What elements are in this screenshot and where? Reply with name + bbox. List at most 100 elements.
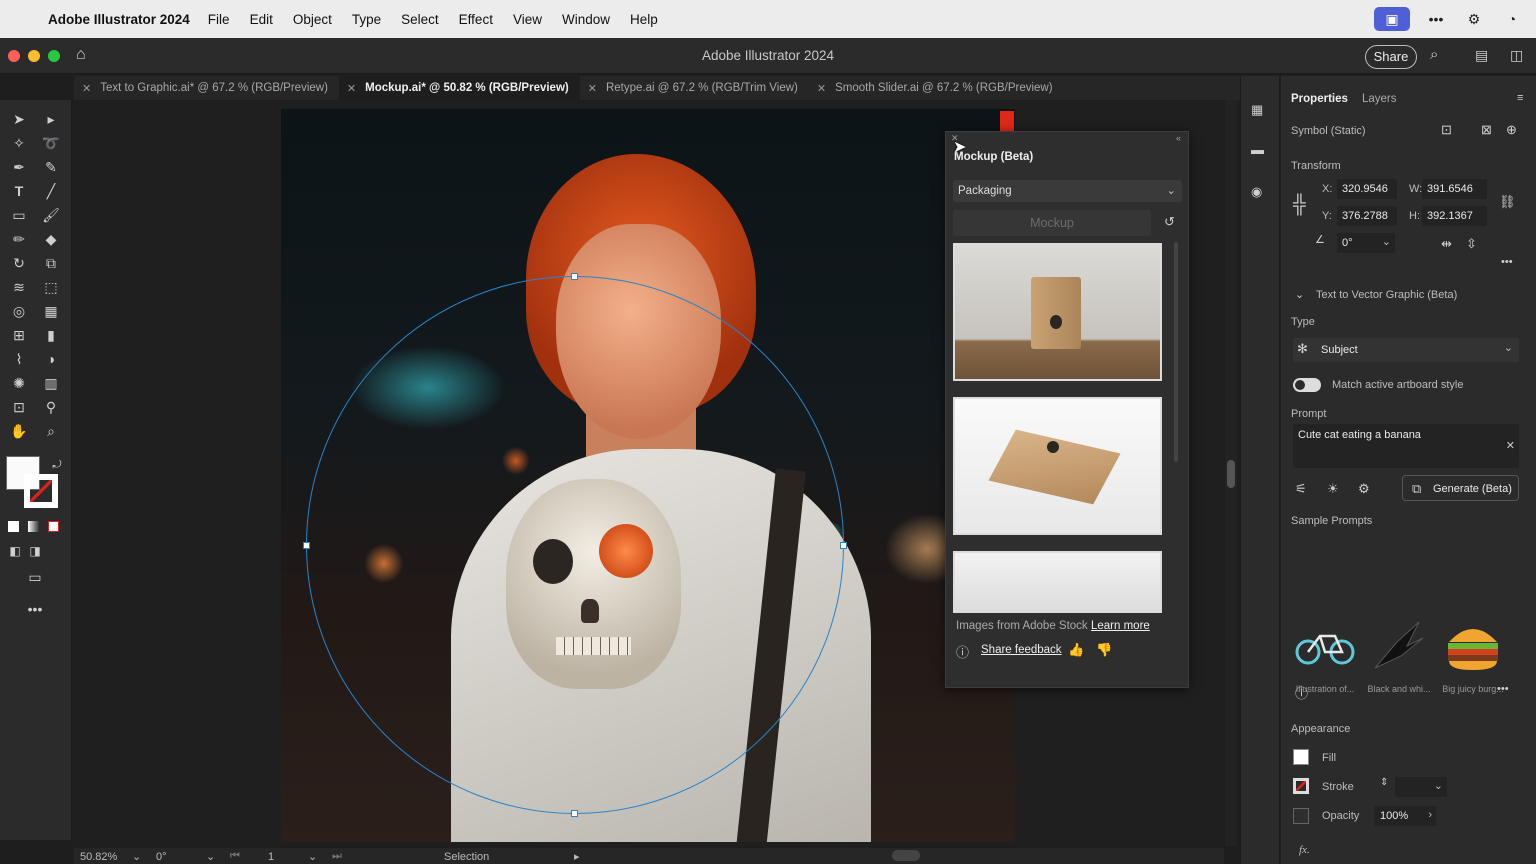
appearance-panel-icon[interactable]: ▬	[1251, 142, 1264, 157]
first-artboard-icon[interactable]: ⏮	[230, 850, 240, 863]
panel-toggle-icon[interactable]: ◫	[1510, 47, 1523, 64]
menu-window[interactable]: Window	[562, 12, 610, 27]
info-icon[interactable]: ⓘ	[1295, 683, 1308, 702]
sample-bicycle[interactable]	[1293, 616, 1357, 674]
menu-view[interactable]: View	[513, 12, 542, 27]
draw-mode-icon[interactable]: ◧	[4, 540, 26, 562]
break-link-icon[interactable]: ⊠	[1481, 122, 1492, 138]
screen-share-icon[interactable]: ▣	[1374, 7, 1410, 31]
horizontal-scroll-thumb[interactable]	[892, 850, 920, 861]
warp-tool-icon[interactable]: ≋	[8, 276, 30, 298]
perspective-grid-tool-icon[interactable]: ▦	[40, 300, 62, 322]
more-icon[interactable]: •••	[1424, 7, 1448, 31]
more-tools-icon[interactable]: •••	[24, 598, 46, 620]
screen-mode-icon[interactable]: ▭	[24, 566, 46, 588]
magic-wand-tool-icon[interactable]: ✧	[8, 132, 30, 154]
constrain-proportions-icon[interactable]: ⛓	[1499, 194, 1516, 210]
selection-handle[interactable]	[303, 542, 310, 549]
clock-icon[interactable]: ◔	[1500, 7, 1524, 31]
blend-tool-icon[interactable]: ◑	[40, 348, 62, 370]
x-field[interactable]: 320.9546	[1337, 179, 1397, 199]
effects-icon[interactable]: ☀	[1327, 481, 1339, 497]
swap-colors-icon[interactable]: ⤾	[46, 454, 68, 476]
menu-object[interactable]: Object	[293, 12, 332, 27]
chevron-down-icon[interactable]: ⌄	[308, 850, 317, 863]
rectangle-tool-icon[interactable]: ▭	[8, 204, 30, 226]
opacity-field[interactable]: 100% ›	[1374, 806, 1436, 826]
thumbs-up-icon[interactable]: 👍	[1068, 642, 1084, 658]
close-icon[interactable]: ✕	[817, 82, 826, 95]
type-tool-icon[interactable]: T	[8, 180, 30, 202]
stroke-color-swatch[interactable]	[24, 474, 58, 508]
scroll-thumb[interactable]	[1227, 460, 1235, 488]
mockup-category-dropdown[interactable]: Packaging ⌄	[953, 180, 1182, 202]
tab-layers[interactable]: Layers	[1362, 93, 1397, 105]
pen-tool-icon[interactable]: ✒	[8, 156, 30, 178]
reference-point-icon[interactable]: ╬	[1293, 194, 1306, 215]
selection-handle[interactable]	[571, 273, 578, 280]
zoom-tool-icon[interactable]: ⌕	[40, 420, 62, 442]
none-mode-icon[interactable]	[48, 521, 59, 532]
prompt-textarea[interactable]: Cute cat eating a banana ✕	[1293, 424, 1519, 468]
mesh-tool-icon[interactable]: ⊞	[8, 324, 30, 346]
slice-tool-icon[interactable]: ⚲	[40, 396, 62, 418]
menu-edit[interactable]: Edit	[250, 12, 273, 27]
learn-more-link[interactable]: Learn more	[1091, 620, 1150, 632]
tab-mockup[interactable]: ✕ Mockup.ai* @ 50.82 % (RGB/Preview)	[338, 76, 580, 100]
menu-file[interactable]: File	[208, 12, 230, 27]
share-feedback-link[interactable]: Share feedback	[981, 644, 1062, 656]
sample-bird[interactable]	[1367, 616, 1431, 674]
y-field[interactable]: 376.2788	[1337, 206, 1397, 226]
gradient-mode-icon[interactable]	[28, 521, 39, 532]
rotation-value[interactable]: 0°	[156, 851, 167, 863]
gradient-tool-icon[interactable]: ▮	[40, 324, 62, 346]
stroke-swatch[interactable]	[1293, 778, 1309, 794]
stroke-weight-stepper-icon[interactable]: ⇕	[1380, 777, 1388, 788]
mockup-thumb-cup[interactable]	[953, 551, 1162, 613]
menu-type[interactable]: Type	[352, 12, 381, 27]
hand-tool-icon[interactable]: ✋	[8, 420, 30, 442]
angle-field[interactable]: 0° ⌄	[1337, 233, 1395, 253]
menu-effect[interactable]: Effect	[459, 12, 493, 27]
tab-retype[interactable]: ✕ Retype.ai @ 67.2 % (RGB/Trim View)	[580, 76, 809, 100]
zoom-level[interactable]: 50.82%	[80, 851, 117, 863]
close-icon[interactable]: ✕	[588, 82, 597, 95]
style-picker-icon[interactable]: ⚟	[1295, 481, 1307, 497]
mockup-thumb-box[interactable]	[953, 397, 1162, 535]
symbol-sprayer-tool-icon[interactable]: ✺	[8, 372, 30, 394]
more-options-icon[interactable]: •••	[1501, 256, 1513, 268]
last-artboard-icon[interactable]: ⏭	[332, 850, 342, 863]
artboard-number[interactable]: 1	[268, 851, 274, 863]
curvature-tool-icon[interactable]: ✎	[40, 156, 62, 178]
menu-select[interactable]: Select	[401, 12, 439, 27]
selection-handle[interactable]	[571, 810, 578, 817]
lasso-tool-icon[interactable]: ➰	[40, 132, 62, 154]
more-options-icon[interactable]: •••	[1497, 683, 1509, 695]
rotate-tool-icon[interactable]: ↻	[8, 252, 30, 274]
selection-tool-icon[interactable]: ➤	[8, 108, 30, 130]
graph-tool-icon[interactable]: ▥	[40, 372, 62, 394]
color-panel-icon[interactable]: ◉	[1251, 184, 1262, 200]
reset-icon[interactable]: ↺	[1164, 214, 1175, 230]
line-tool-icon[interactable]: ╱	[40, 180, 62, 202]
free-transform-tool-icon[interactable]: ⬚	[40, 276, 62, 298]
play-icon[interactable]: ▸	[574, 850, 580, 863]
reset-symbol-icon[interactable]: ⊕	[1506, 122, 1517, 138]
panel-menu-icon[interactable]: ≡	[1517, 92, 1523, 104]
menu-help[interactable]: Help	[630, 12, 658, 27]
flip-horizontal-icon[interactable]: ⇹	[1441, 236, 1452, 252]
panel-scrollbar[interactable]	[1174, 242, 1178, 462]
tab-smooth-slider[interactable]: ✕ Smooth Slider.ai @ 67.2 % (RGB/Preview)	[809, 76, 1064, 100]
fx-label[interactable]: fx.	[1299, 844, 1310, 856]
sample-burger[interactable]	[1441, 616, 1505, 674]
settings-icon[interactable]: ⚙	[1358, 481, 1370, 497]
clear-icon[interactable]: ✕	[1506, 439, 1515, 452]
tab-properties[interactable]: Properties	[1291, 93, 1348, 105]
selection-bounding-circle[interactable]	[306, 276, 844, 814]
shape-builder-tool-icon[interactable]: ◎	[8, 300, 30, 322]
paintbrush-tool-icon[interactable]: 🖌	[40, 204, 62, 226]
fill-swatch[interactable]	[1293, 749, 1309, 765]
direct-selection-tool-icon[interactable]: ▸	[40, 108, 62, 130]
info-icon[interactable]: ⓘ	[956, 642, 969, 661]
close-icon[interactable]: ✕	[82, 82, 91, 95]
